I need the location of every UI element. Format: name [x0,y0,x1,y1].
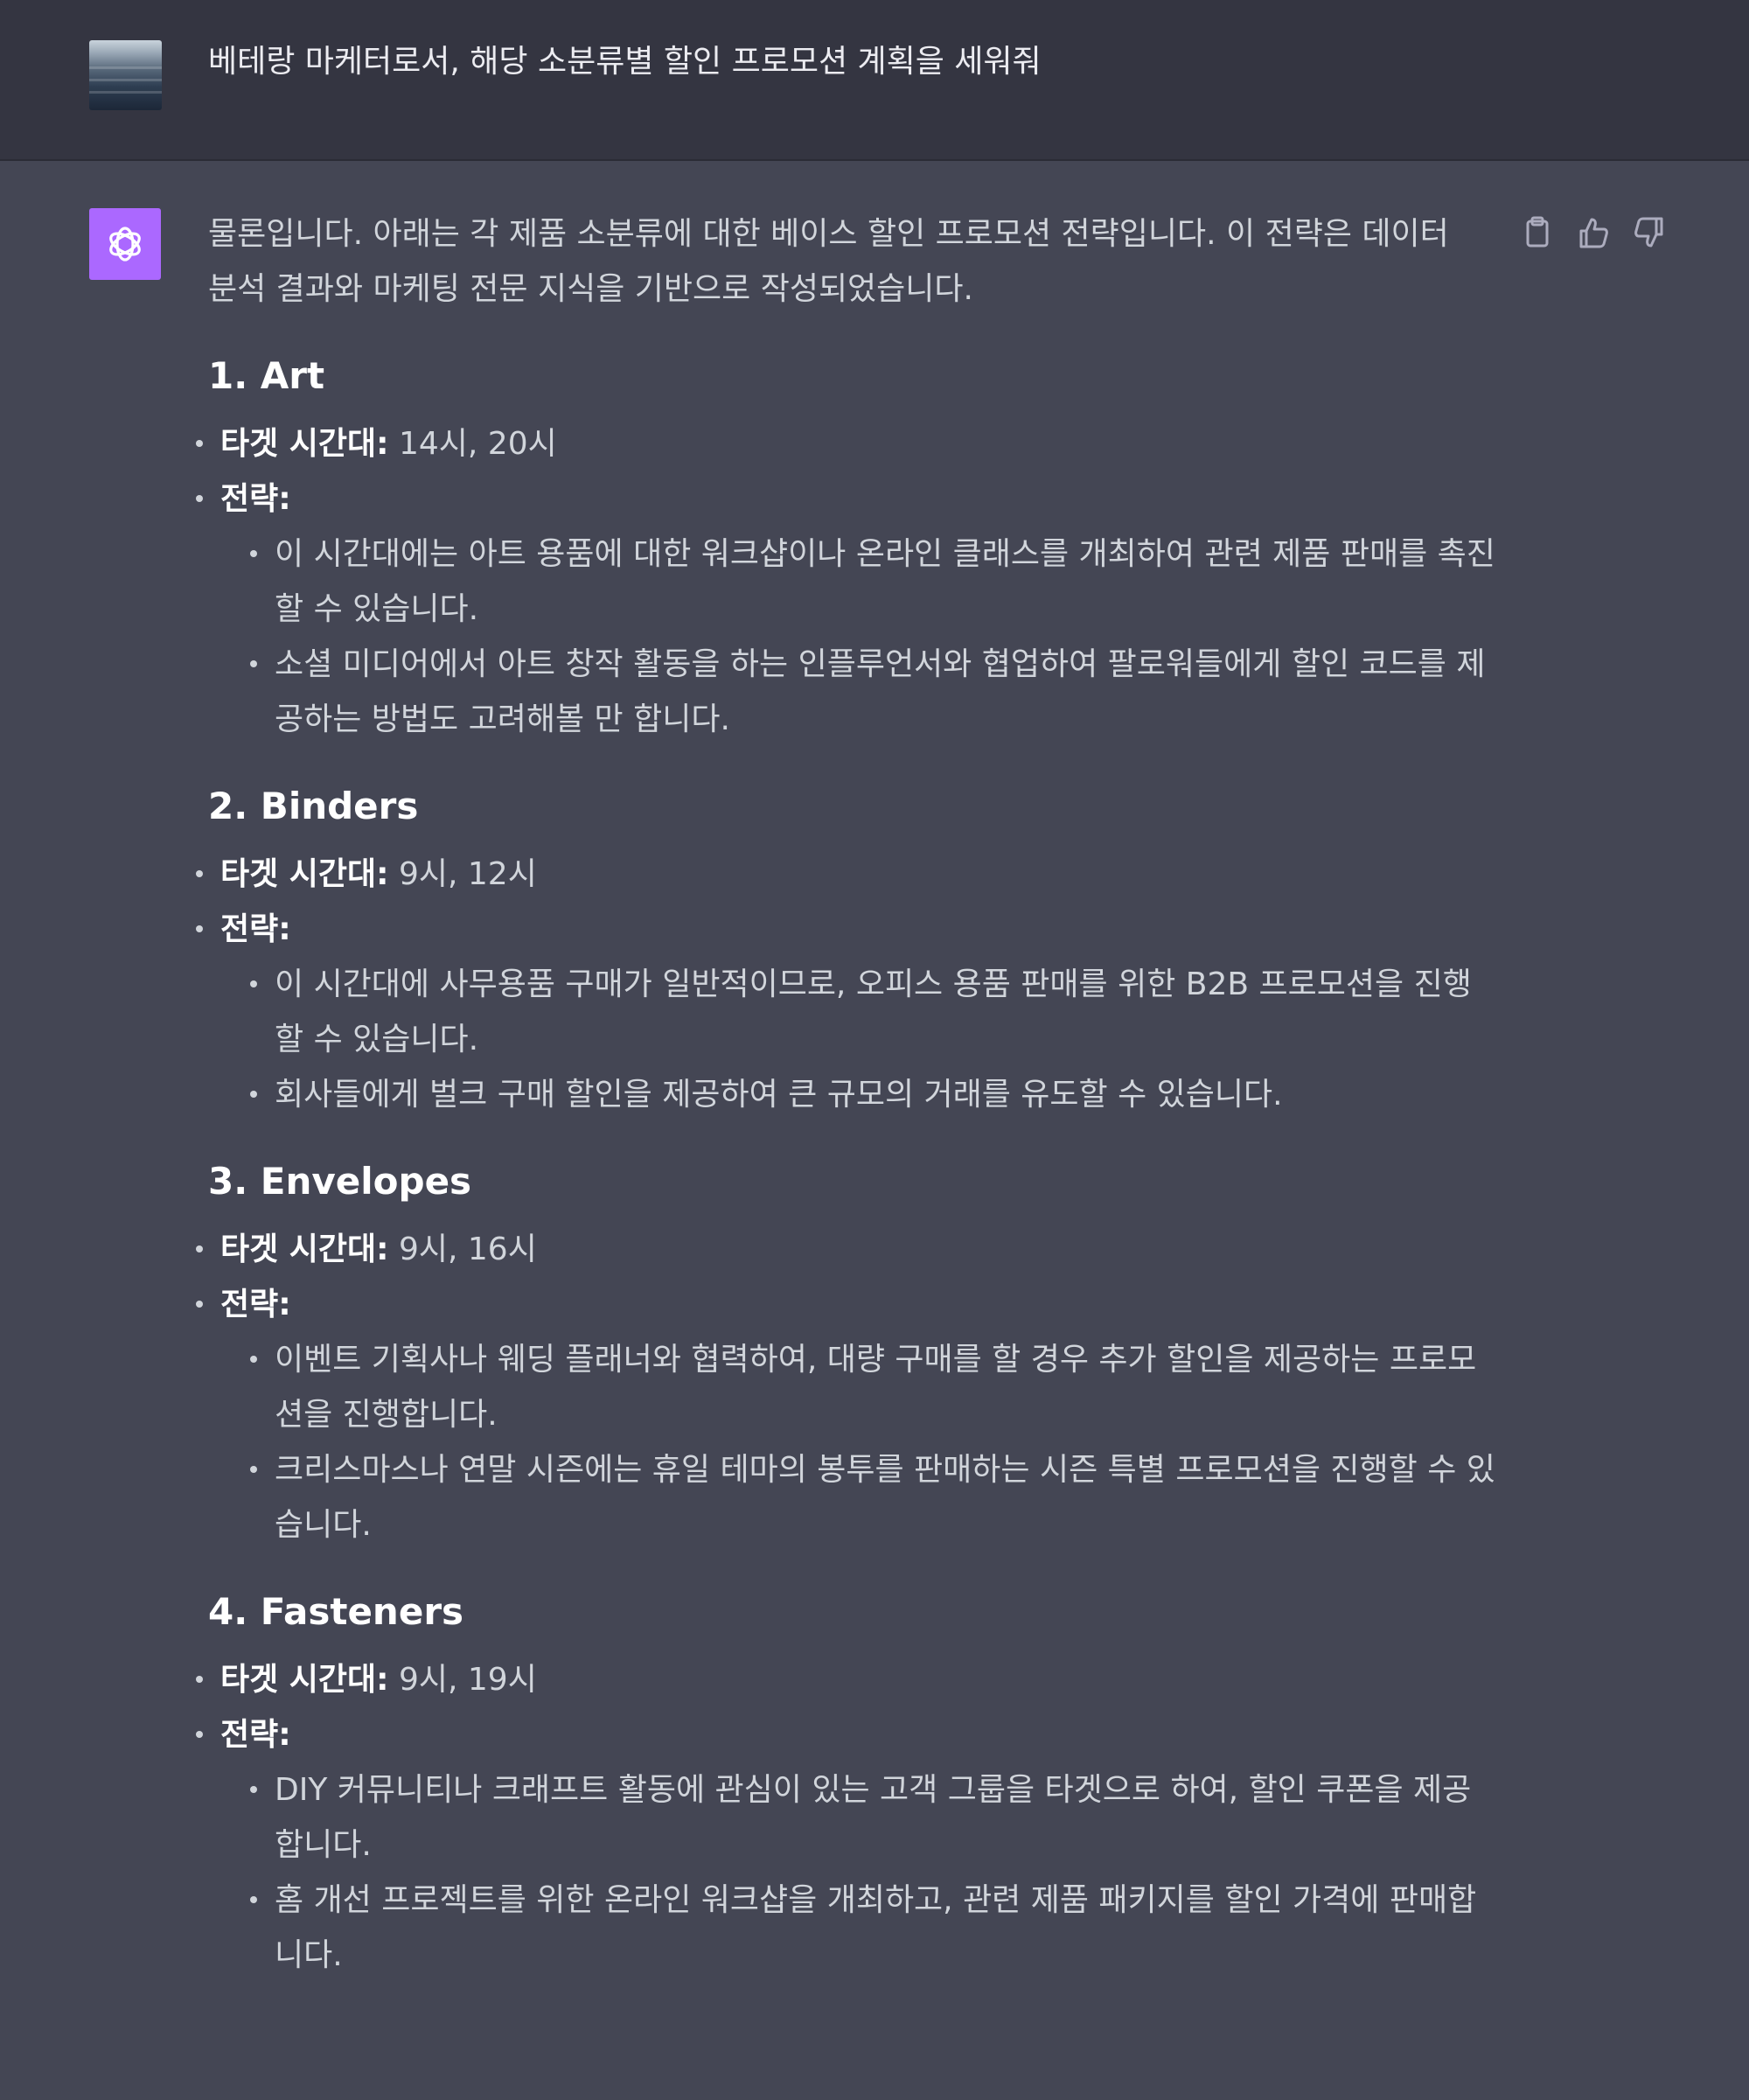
target-time-item: 타겟 시간대: 14시, 20시 [196,416,1502,471]
target-label: 타겟 시간대: [220,856,389,892]
strategy-point: 소셜 미디어에서 아트 창작 활동을 하는 인플루언서와 협업하여 팔로워들에게… [250,637,1499,747]
section-list: 타겟 시간대: 9시, 19시 전략: DIY 커뮤니티나 크래프트 활동에 관… [196,1652,1502,1983]
strategy-item: 전략: 이 시간대에는 아트 용품에 대한 워크샵이나 온라인 클래스를 개최하… [196,471,1502,747]
target-value: 9시, 19시 [388,1662,537,1698]
intro-paragraph: 물론입니다. 아래는 각 제품 소분류에 대한 베이스 할인 프로모션 전략입니… [208,216,1449,307]
target-label: 타겟 시간대: [220,1231,389,1267]
strategy-list: 이 시간대에 사무용품 구매가 일반적이므로, 오피스 용품 판매를 위한 B2… [220,957,1499,1122]
strategy-label: 전략: [220,1717,291,1753]
clipboard-icon [1526,216,1549,248]
thumbs-up-icon [1579,218,1608,248]
strategy-point: 이벤트 기획사나 웨딩 플래너와 협력하여, 대량 구매를 할 경우 추가 할인… [250,1332,1499,1442]
strategy-item: 전략: 이벤트 기획사나 웨딩 플래너와 협력하여, 대량 구매를 할 경우 추… [196,1277,1502,1552]
target-value: 9시, 12시 [388,856,537,892]
section-title: 1. Art [208,354,325,397]
strategy-list: 이 시간대에는 아트 용품에 대한 워크샵이나 온라인 클래스를 개최하여 관련… [220,527,1499,747]
strategy-label: 전략: [220,911,291,947]
strategy-point: 홈 개선 프로젝트를 위한 온라인 워크샵을 개최하고, 관련 제품 패키지를 … [250,1873,1499,1983]
thumbs-up-button[interactable] [1574,213,1613,252]
section-title: 2. Binders [208,785,419,827]
target-label: 타겟 시간대: [220,1662,389,1698]
section-list: 타겟 시간대: 9시, 16시 전략: 이벤트 기획사나 웨딩 플래너와 협력하… [196,1222,1502,1552]
user-avatar [89,40,162,110]
target-time-item: 타겟 시간대: 9시, 12시 [196,847,1502,902]
strategy-list: DIY 커뮤니티나 크래프트 활동에 관심이 있는 고객 그룹을 타겟으로 하여… [220,1762,1499,1983]
target-time-item: 타겟 시간대: 9시, 16시 [196,1222,1502,1277]
strategy-item: 전략: 이 시간대에 사무용품 구매가 일반적이므로, 오피스 용품 판매를 위… [196,902,1502,1122]
target-time-item: 타겟 시간대: 9시, 19시 [196,1652,1502,1707]
strategy-list: 이벤트 기획사나 웨딩 플래너와 협력하여, 대량 구매를 할 경우 추가 할인… [220,1332,1499,1552]
section-title: 3. Envelopes [208,1160,472,1203]
strategy-point: DIY 커뮤니티나 크래프트 활동에 관심이 있는 고객 그룹을 타겟으로 하여… [250,1762,1499,1873]
assistant-message-row: 물론입니다. 아래는 각 제품 소분류에 대한 베이스 할인 프로모션 전략입니… [0,161,1749,2100]
target-value: 14시, 20시 [388,426,557,462]
target-value: 9시, 16시 [388,1231,537,1267]
copy-button[interactable] [1518,213,1557,252]
assistant-message-content: 물론입니다. 아래는 각 제품 소분류에 대한 베이스 할인 프로모션 전략입니… [196,206,1502,2018]
openai-logo-icon [109,227,141,262]
user-message-row: 베테랑 마케터로서, 해당 소분류별 할인 프로모션 계획을 세워줘 [0,0,1749,161]
section-list: 타겟 시간대: 14시, 20시 전략: 이 시간대에는 아트 용품에 대한 워… [196,416,1502,747]
section-list: 타겟 시간대: 9시, 12시 전략: 이 시간대에 사무용품 구매가 일반적이… [196,847,1502,1122]
target-label: 타겟 시간대: [220,426,389,462]
strategy-point: 이 시간대에는 아트 용품에 대한 워크샵이나 온라인 클래스를 개최하여 관련… [250,527,1499,637]
strategy-label: 전략: [220,481,291,517]
strategy-point: 회사들에게 벌크 구매 할인을 제공하여 큰 규모의 거래를 유도할 수 있습니… [250,1067,1499,1122]
section-title: 4. Fasteners [208,1590,464,1633]
assistant-avatar [89,208,161,280]
thumbs-down-icon [1634,217,1663,248]
strategy-point: 크리스마스나 연말 시즌에는 휴일 테마의 봉투를 판매하는 시즌 특별 프로모… [250,1442,1499,1552]
thumbs-down-button[interactable] [1630,213,1669,252]
strategy-item: 전략: DIY 커뮤니티나 크래프트 활동에 관심이 있는 고객 그룹을 타겟으… [196,1707,1502,1983]
strategy-point: 이 시간대에 사무용품 구매가 일반적이므로, 오피스 용품 판매를 위한 B2… [250,957,1499,1067]
message-actions [1518,213,1676,252]
user-message-text: 베테랑 마케터로서, 해당 소분류별 할인 프로모션 계획을 세워줘 [208,44,1042,80]
strategy-label: 전략: [220,1287,291,1322]
